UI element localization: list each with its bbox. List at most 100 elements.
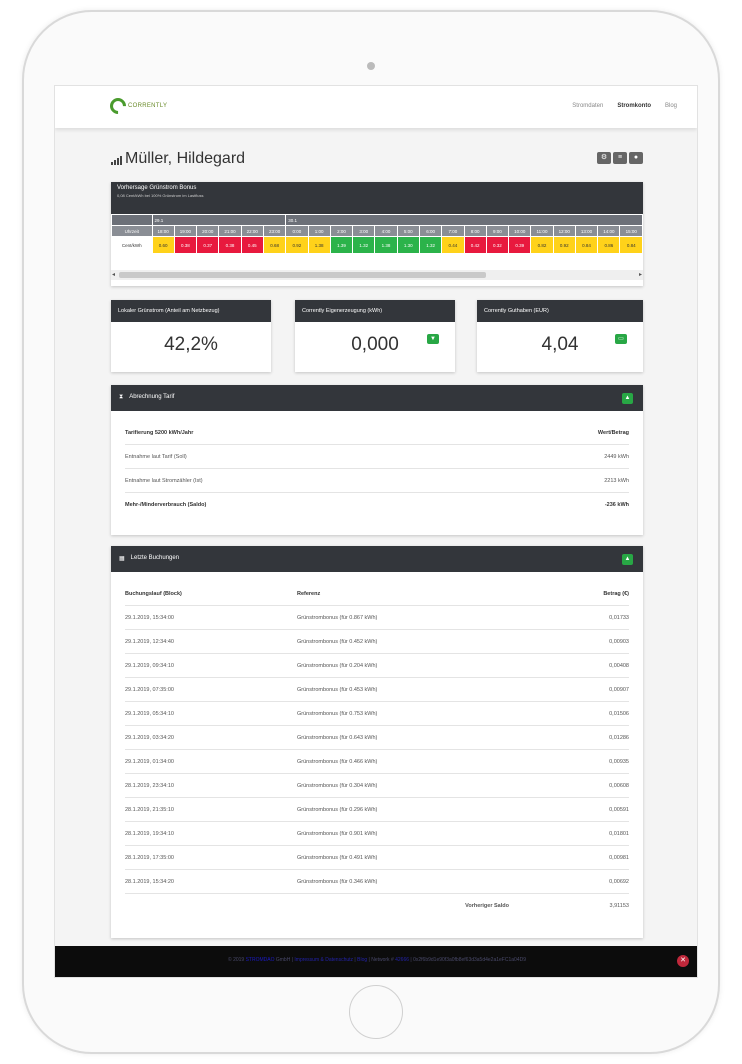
kpi-title: Corrently Guthaben (EUR)	[477, 300, 643, 322]
hourglass-icon: ⧗	[119, 394, 124, 400]
forecast-date: 30.1	[285, 214, 643, 226]
close-icon[interactable]: ✕	[677, 955, 689, 967]
column-header-amount[interactable]: Betrag (€)	[549, 591, 629, 597]
nav-item-stromdaten[interactable]: Stromdaten	[572, 103, 603, 109]
table-row[interactable]: 29.1.2019, 03:34:20 Grünstrombonus (für 0…	[125, 726, 629, 750]
nav-item-stromkonto[interactable]: Stromkonto	[617, 103, 651, 109]
forecast-hour: 2:00	[329, 225, 354, 237]
booking-amount: 0,00591	[609, 806, 629, 813]
forecast-hour: 23:00	[262, 225, 287, 237]
footer-link-imprint[interactable]: Impressum & Datenschutz	[294, 957, 353, 963]
booking-time: 29.1.2019, 09:34:10	[125, 662, 174, 669]
page-footer: © 2019 STROMDAO GmbH | Impressum & Daten…	[55, 946, 697, 977]
footer-brand[interactable]: STROMDAO	[246, 957, 275, 963]
table-row[interactable]: 28.1.2019, 21:35:10 Grünstrombonus (für 0…	[125, 798, 629, 822]
forecast-value-cell: 0.84	[619, 236, 643, 254]
forecast-hour: 5:00	[396, 225, 420, 237]
scroll-right-icon[interactable]: ▸	[639, 271, 642, 278]
table-row[interactable]: 29.1.2019, 05:34:10 Grünstrombonus (für 0…	[125, 702, 629, 726]
table-row[interactable]: 29.1.2019, 12:34:40 Grünstrombonus (für 0…	[125, 630, 629, 654]
page-title: Müller, Hildegard	[111, 150, 245, 168]
footer-copyright: © 2019	[228, 957, 245, 963]
billing-header-row: Tarifierung 5200 kWh/Jahr Wert/Betrag	[125, 421, 629, 445]
table-row[interactable]: 28.1.2019, 23:34:10 Grünstrombonus (für 0…	[125, 774, 629, 798]
booking-amount: 0,01733	[609, 614, 629, 621]
forecast-date: 29.1	[151, 214, 287, 226]
forecast-date-row: 29.1 30.1	[111, 214, 643, 226]
booking-reference: Grünstrombonus (für 0.867 kWh)	[297, 614, 378, 621]
forecast-row-label: Cent/kWh	[111, 236, 153, 254]
forecast-hour: 10:00	[508, 225, 532, 237]
billing-row-value: 2449 kWh	[604, 453, 629, 460]
table-row[interactable]: 28.1.2019, 17:35:00 Grünstrombonus (für 0…	[125, 846, 629, 870]
table-row[interactable]: 29.1.2019, 07:35:00 Grünstrombonus (für 0…	[125, 678, 629, 702]
logo[interactable]: CORRENTLY	[106, 94, 168, 118]
chevron-up-icon[interactable]: ▲	[622, 554, 633, 565]
forecast-value-cell: 0.45	[240, 236, 264, 254]
forecast-value-cell: 0.68	[262, 236, 287, 254]
kpi-card-local-greenpower: Lokaler Grünstrom (Anteil am Netzbezug) …	[111, 300, 271, 372]
forecast-panel: Vorhersage Grünstrom Bonus 0,08 Cent/kWh…	[111, 182, 643, 286]
forecast-hour: 11:00	[530, 225, 554, 237]
forecast-hour: 8:00	[463, 225, 487, 237]
forecast-scrollbar[interactable]: ◂ ▸	[111, 270, 643, 280]
document-icon: ▦	[119, 556, 125, 562]
forecast-hour: 19:00	[173, 225, 198, 237]
footer-hash: 0x2f6b9d1e90f3a0fb8ef63d3a5d4e2a1eFC1a04…	[413, 957, 526, 963]
billing-header: ⧗ Abrechnung Tarif ▲	[111, 385, 643, 411]
column-header-reference[interactable]: Referenz	[297, 591, 549, 597]
billing-row-label: Entnahme laut Tarif (Soll)	[125, 453, 187, 460]
table-row[interactable]: 28.1.2019, 15:34:20 Grünstrombonus (für 0…	[125, 870, 629, 894]
table-row[interactable]: 28.1.2019, 19:34:10 Grünstrombonus (für 0…	[125, 822, 629, 846]
booking-amount: 0,00608	[609, 782, 629, 789]
forecast-hour: 13:00	[574, 225, 599, 237]
list-icon[interactable]: ≡	[613, 152, 627, 164]
bookings-header: ▦ Letzte Buchungen ▲	[111, 546, 643, 572]
booking-time: 28.1.2019, 23:34:10	[125, 782, 174, 789]
booking-time: 28.1.2019, 17:35:00	[125, 854, 174, 861]
footer-network-label: Network #	[371, 957, 394, 963]
home-button[interactable]	[349, 985, 403, 1039]
scrollbar-thumb[interactable]	[119, 272, 486, 278]
table-row[interactable]: 29.1.2019, 01:34:00 Grünstrombonus (für 0…	[125, 750, 629, 774]
billing-row-value: 2213 kWh	[604, 477, 629, 484]
chevron-down-icon[interactable]: ▼	[427, 334, 439, 344]
chevron-up-icon[interactable]: ▲	[622, 393, 633, 404]
forecast-hour-row: Uhrzeit 18:00 19:00 20:00 21:00 22:00 23:00 0:0…	[111, 225, 643, 237]
scroll-left-icon[interactable]: ◂	[112, 271, 115, 278]
nav-item-blog[interactable]: Blog	[665, 103, 677, 109]
booking-amount: 0,00981	[609, 854, 629, 861]
wallet-icon[interactable]: ▭	[615, 334, 627, 344]
forecast-hour: 18:00	[151, 225, 175, 237]
booking-reference: Grünstrombonus (für 0.346 kWh)	[297, 878, 378, 885]
logo-text: CORRENTLY	[128, 103, 168, 109]
account-name: Müller, Hildegard	[125, 150, 246, 167]
booking-reference: Grünstrombonus (für 0.453 kWh)	[297, 686, 378, 693]
booking-reference: Grünstrombonus (für 0.753 kWh)	[297, 710, 378, 717]
booking-amount: 0,01506	[609, 710, 629, 717]
main-nav: Stromdaten Stromkonto Blog	[572, 103, 677, 109]
forecast-subtitle: 0,08 Cent/kWh bei 100% Grünstrom im Last…	[117, 193, 204, 198]
booking-reference: Grünstrombonus (für 0.466 kWh)	[297, 758, 378, 765]
forecast-value-cell: 0.60	[151, 236, 175, 254]
user-icon[interactable]: ●	[629, 152, 643, 164]
forecast-hour-label: Uhrzeit	[111, 225, 153, 237]
forecast-value-cell: 1.38	[307, 236, 331, 254]
booking-amount: 0,00907	[609, 686, 629, 693]
footer-link-blog[interactable]: Blog	[357, 957, 367, 963]
billing-header-label: Tarifierung 5200 kWh/Jahr	[125, 429, 194, 436]
footer-text: © 2019 STROMDAO GmbH | Impressum & Daten…	[55, 957, 697, 963]
bookings-header-row: Buchungslauf (Block) Referenz Betrag (€)	[125, 582, 629, 606]
table-row[interactable]: 29.1.2019, 15:34:00 Grünstrombonus (für 0…	[125, 606, 629, 630]
forecast-value-cell: 0.38	[173, 236, 198, 254]
booking-amount: 0,00408	[609, 662, 629, 669]
footer-network-id[interactable]: 42666	[395, 957, 409, 963]
billing-title: Abrechnung Tarif	[129, 394, 175, 400]
column-header-block[interactable]: Buchungslauf (Block)	[125, 591, 297, 597]
booking-time: 29.1.2019, 03:34:20	[125, 734, 174, 741]
forecast-hour: 9:00	[485, 225, 510, 237]
table-row[interactable]: 29.1.2019, 09:34:10 Grünstrombonus (für 0…	[125, 654, 629, 678]
gear-icon[interactable]: ⚙	[597, 152, 611, 164]
forecast-hour: 21:00	[218, 225, 242, 237]
billing-saldo-label: Mehr-/Minderverbrauch (Saldo)	[125, 502, 207, 508]
